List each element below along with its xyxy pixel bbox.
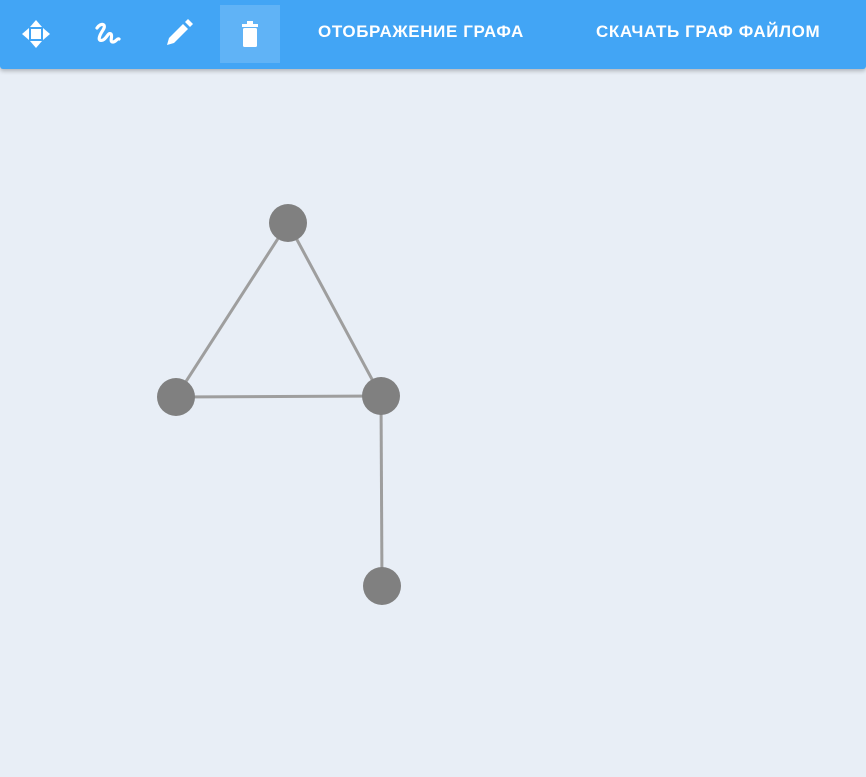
graph-edge[interactable] <box>286 222 383 397</box>
graph-edge[interactable] <box>379 395 384 587</box>
pencil-tool-button[interactable] <box>148 5 208 63</box>
graph-node[interactable] <box>157 378 195 416</box>
display-graph-button[interactable]: ОТОБРАЖЕНИЕ ГРАФА <box>318 0 524 64</box>
freehand-tool-button[interactable] <box>77 5 137 63</box>
graph-canvas[interactable] <box>0 69 866 777</box>
pencil-icon <box>167 19 193 45</box>
toolbar: ОТОБРАЖЕНИЕ ГРАФА СКАЧАТЬ ГРАФ ФАЙЛОМ <box>0 0 866 69</box>
graph-node[interactable] <box>363 567 401 605</box>
graph-edge[interactable] <box>174 222 290 398</box>
move-icon <box>22 20 50 48</box>
graph-drawing <box>157 204 401 605</box>
graph-node[interactable] <box>362 377 400 415</box>
graph-edge[interactable] <box>175 394 382 399</box>
delete-tool-button[interactable] <box>220 5 280 63</box>
freehand-icon <box>95 22 121 44</box>
graph-node[interactable] <box>269 204 307 242</box>
move-tool-button[interactable] <box>6 5 66 63</box>
download-graph-button[interactable]: СКАЧАТЬ ГРАФ ФАЙЛОМ <box>596 0 820 64</box>
trash-icon <box>242 21 258 47</box>
